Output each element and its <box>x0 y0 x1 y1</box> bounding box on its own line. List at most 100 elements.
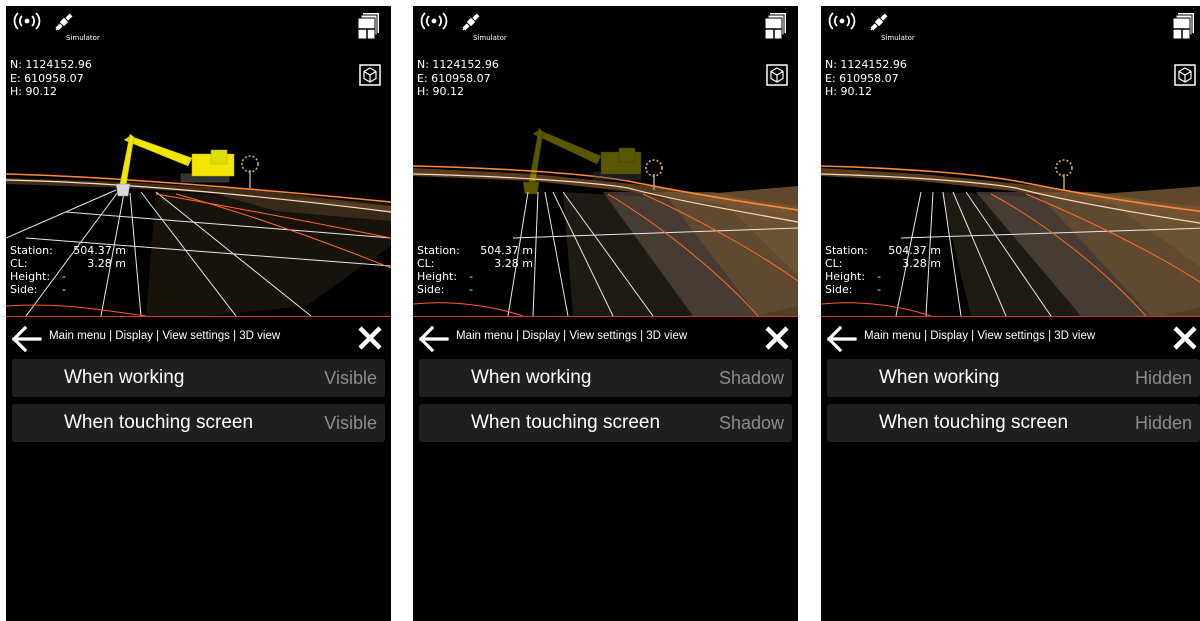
side-label: Side: <box>10 283 38 296</box>
status-bar: Simulator <box>12 10 100 44</box>
3d-view-toggle-button[interactable] <box>359 64 381 91</box>
breadcrumb: Main menu | Display | View settings | 3D… <box>864 330 1096 342</box>
height-value: - <box>62 270 66 283</box>
side-value: - <box>469 283 473 296</box>
arrow-left-icon <box>826 325 857 353</box>
cl-label: CL: <box>417 257 435 270</box>
station-label: Station: <box>10 244 53 257</box>
close-button[interactable] <box>1172 325 1198 356</box>
layers-button[interactable] <box>1172 12 1196 45</box>
satellite-icon <box>55 13 73 31</box>
screen-panel-shadow: Simulator N: 1124152.96 E: 610958.07 H: … <box>413 6 798 621</box>
layers-icon <box>764 13 786 40</box>
easting: E: 610958.07 <box>417 71 491 85</box>
side-label: Side: <box>825 283 853 296</box>
close-icon <box>1173 326 1197 350</box>
menu-header: Main menu | Display | View settings | 3D… <box>6 318 391 360</box>
setting-when-touching-screen[interactable]: When touching screen Visible <box>12 404 385 442</box>
northing: N: 1124152.96 <box>825 58 907 71</box>
height: H: 90.12 <box>417 85 464 98</box>
3d-view[interactable]: Simulator N: 1124152.96 E: 610958.07 H: … <box>821 6 1200 316</box>
cl-value: 3.28 m <box>494 257 533 270</box>
side-value: - <box>877 283 881 296</box>
setting-label: When touching screen <box>879 412 1069 433</box>
setting-label: When working <box>64 367 185 388</box>
3d-view[interactable]: Simulator N: 1124152.96 E: 610958.07 H: … <box>413 6 798 316</box>
gps-source-label: Simulator <box>473 34 507 42</box>
position-coordinates: N: 1124152.96 E: 610958.07 H: 90.12 <box>825 58 907 99</box>
3d-view-toggle-button[interactable] <box>766 64 788 91</box>
position-coordinates: N: 1124152.96 E: 610958.07 H: 90.12 <box>417 58 499 99</box>
setting-label: When working <box>879 367 1000 388</box>
tree <box>1055 159 1073 190</box>
breadcrumb: Main menu | Display | View settings | 3D… <box>456 330 688 342</box>
layers-icon <box>357 13 379 40</box>
setting-when-working[interactable]: When working Hidden <box>827 359 1200 397</box>
layers-button[interactable] <box>357 12 381 45</box>
screen-panel-visible: Simulator N: 1124152.96 E: 610958.07 H: … <box>6 6 391 621</box>
cl-label: CL: <box>10 257 28 270</box>
satellite-icon <box>462 13 480 31</box>
wifi-signal-icon[interactable] <box>12 10 42 37</box>
arrow-left-icon <box>11 325 42 353</box>
station-value: 504.37 m <box>73 244 126 257</box>
setting-value: Hidden <box>1134 413 1192 433</box>
alignment-readout: Station: 504.37 m CL: 3.28 m Height: - Side… <box>10 244 126 296</box>
gps-source-label: Simulator <box>66 34 100 42</box>
setting-label: When working <box>471 367 592 388</box>
screen-panel-hidden: Simulator N: 1124152.96 E: 610958.07 H: … <box>821 6 1200 621</box>
back-button[interactable] <box>417 325 449 358</box>
3d-view-toggle-button[interactable] <box>1174 64 1196 91</box>
easting: E: 610958.07 <box>825 71 899 85</box>
height-value: - <box>469 270 473 283</box>
position-coordinates: N: 1124152.96 E: 610958.07 H: 90.12 <box>10 58 92 99</box>
satellite-icon <box>870 13 888 31</box>
gps-status[interactable]: Simulator <box>459 10 507 44</box>
setting-value: Visible <box>324 413 377 433</box>
divider-line <box>821 316 1200 317</box>
alignment-readout: Station: 504.37 m CL: 3.28 m Height: - Side… <box>417 244 533 296</box>
height: H: 90.12 <box>10 85 57 98</box>
close-button[interactable] <box>357 325 383 356</box>
close-button[interactable] <box>764 325 790 356</box>
height-label: Height: <box>10 270 51 283</box>
setting-value: Shadow <box>718 368 784 388</box>
station-label: Station: <box>825 244 868 257</box>
status-bar: Simulator <box>827 10 915 44</box>
setting-when-touching-screen[interactable]: When touching screen Hidden <box>827 404 1200 442</box>
close-icon <box>358 326 382 350</box>
setting-when-touching-screen[interactable]: When touching screen Shadow <box>419 404 792 442</box>
station-label: Station: <box>417 244 460 257</box>
status-bar: Simulator <box>419 10 507 44</box>
setting-label: When touching screen <box>471 412 661 433</box>
close-icon <box>765 326 789 350</box>
gps-source-label: Simulator <box>881 34 915 42</box>
station-value: 504.37 m <box>888 244 941 257</box>
height-label: Height: <box>825 270 866 283</box>
cube-icon <box>359 64 381 86</box>
wifi-signal-icon[interactable] <box>827 10 857 37</box>
cube-icon <box>766 64 788 86</box>
easting: E: 610958.07 <box>10 71 84 85</box>
layers-icon <box>1172 13 1194 40</box>
station-value: 504.37 m <box>480 244 533 257</box>
alignment-readout: Station: 504.37 m CL: 3.28 m Height: - Side… <box>825 244 941 296</box>
gps-status[interactable]: Simulator <box>867 10 915 44</box>
setting-when-working[interactable]: When working Visible <box>12 359 385 397</box>
side-label: Side: <box>417 283 445 296</box>
back-button[interactable] <box>825 325 857 358</box>
wifi-signal-icon[interactable] <box>419 10 449 37</box>
cube-icon <box>1174 64 1196 86</box>
cl-value: 3.28 m <box>902 257 941 270</box>
height: H: 90.12 <box>825 85 872 98</box>
layers-button[interactable] <box>764 12 788 45</box>
3d-view[interactable]: Simulator N: 1124152.96 E: 610958.07 H: … <box>6 6 391 316</box>
back-button[interactable] <box>10 325 42 358</box>
gps-status[interactable]: Simulator <box>52 10 100 44</box>
setting-value: Shadow <box>718 413 784 433</box>
setting-when-working[interactable]: When working Shadow <box>419 359 792 397</box>
setting-value: Visible <box>324 368 377 388</box>
menu-header: Main menu | Display | View settings | 3D… <box>413 318 798 360</box>
menu-header: Main menu | Display | View settings | 3D… <box>821 318 1200 360</box>
northing: N: 1124152.96 <box>10 58 92 71</box>
